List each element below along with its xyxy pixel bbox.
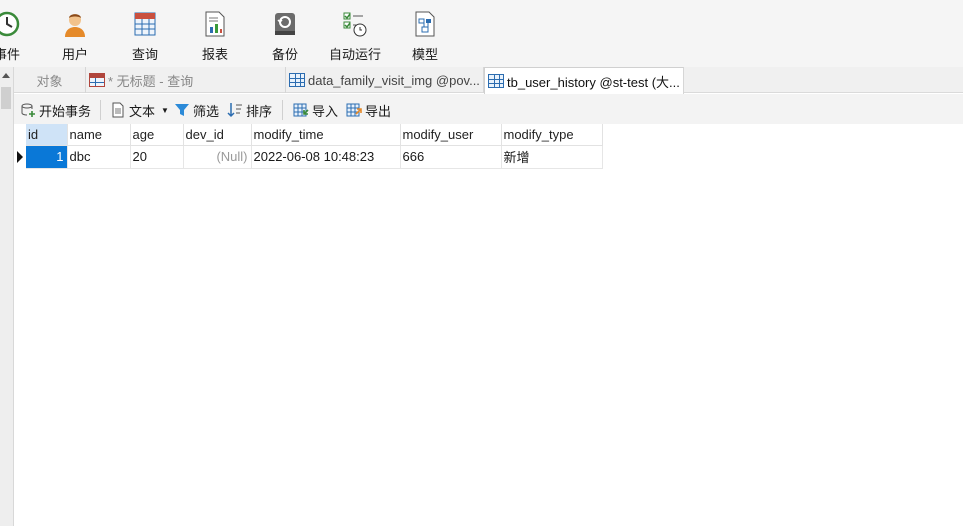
data-grid: id name age dev_id modify_time modify_us…: [14, 124, 603, 169]
tab-tb-user-history-label: tb_user_history @st-test (大...: [507, 74, 680, 90]
export-button[interactable]: 导出: [346, 100, 391, 120]
ribbon-event-label: 事件: [0, 47, 20, 62]
ribbon-backup-button[interactable]: 备份: [269, 0, 301, 67]
text-view-button[interactable]: 文本 ▼: [110, 100, 169, 120]
header-row: id name age dev_id modify_time modify_us…: [14, 124, 603, 146]
tab-objects-label: 对象: [36, 73, 63, 89]
column-header-modify-user[interactable]: modify_user: [400, 124, 502, 146]
export-label: 导出: [365, 103, 392, 119]
sort-label: 排序: [246, 103, 273, 119]
filter-icon: [174, 102, 190, 118]
column-header-name[interactable]: name: [67, 124, 131, 146]
automation-icon: [341, 10, 369, 38]
table-row[interactable]: 1 dbc 20 (Null) 2022-06-08 10:48:23 666 …: [14, 145, 603, 169]
column-header-dev-id[interactable]: dev_id: [183, 124, 252, 146]
current-row-indicator: [14, 145, 26, 168]
cell-modify-user[interactable]: 666: [400, 145, 502, 169]
ribbon-report-label: 报表: [201, 47, 228, 62]
cell-modify-time[interactable]: 2022-06-08 10:48:23: [251, 145, 401, 169]
clock-icon: [0, 10, 21, 38]
document-icon: [110, 102, 126, 118]
table-toolbar: 开始事务 文本 ▼ 筛选 排序 导入 导出: [14, 94, 963, 124]
cell-id[interactable]: 1: [26, 145, 68, 169]
tab-untitled-query[interactable]: * 无标题 - 查询: [86, 67, 286, 93]
transaction-icon: [20, 102, 36, 118]
tab-objects[interactable]: 对象: [14, 67, 86, 93]
text-view-label: 文本: [129, 103, 156, 119]
left-panel-scrollbar[interactable]: [0, 67, 14, 526]
import-button[interactable]: 导入: [293, 100, 338, 120]
toolbar-divider: [282, 100, 283, 120]
query-icon: [89, 73, 105, 87]
table-icon: [488, 74, 504, 88]
ribbon-model-label: 模型: [411, 47, 438, 62]
tab-bar: 对象 * 无标题 - 查询 data_family_visit_img @pov…: [14, 67, 963, 94]
begin-transaction-button[interactable]: 开始事务: [20, 100, 91, 120]
records-table: id name age dev_id modify_time modify_us…: [14, 124, 603, 169]
column-header-age[interactable]: age: [130, 124, 184, 146]
begin-transaction-label: 开始事务: [39, 103, 92, 119]
tab-data-family-visit-img[interactable]: data_family_visit_img @pov...: [286, 67, 484, 93]
cell-dev-id[interactable]: (Null): [183, 145, 252, 169]
column-header-modify-time[interactable]: modify_time: [251, 124, 401, 146]
filter-label: 筛选: [193, 103, 220, 119]
user-icon: [61, 10, 89, 38]
ribbon-model-button[interactable]: 模型: [409, 0, 441, 67]
ribbon-user-label: 用户: [61, 47, 88, 62]
chevron-down-icon[interactable]: ▼: [161, 106, 169, 115]
toolbar-divider: [100, 100, 101, 120]
ribbon-query-label: 查询: [131, 47, 158, 62]
column-header-id[interactable]: id: [26, 124, 68, 146]
ribbon-query-button[interactable]: 查询: [129, 0, 161, 67]
sort-button[interactable]: 排序: [227, 100, 272, 120]
report-icon: [201, 10, 229, 38]
tab-tb-user-history[interactable]: tb_user_history @st-test (大...: [484, 67, 684, 94]
column-header-modify-type[interactable]: modify_type: [501, 124, 603, 146]
current-row-arrow-icon: [17, 151, 23, 163]
import-icon: [293, 102, 309, 118]
ribbon-event-button[interactable]: 事件: [0, 0, 22, 67]
tab-untitled-query-label: * 无标题 - 查询: [108, 73, 194, 89]
ribbon-report-button[interactable]: 报表: [199, 0, 231, 67]
scroll-thumb[interactable]: [1, 87, 11, 109]
cell-modify-type[interactable]: 新增: [501, 145, 603, 169]
model-icon: [411, 10, 439, 38]
row-indicator-header: [14, 124, 26, 145]
ribbon-user-button[interactable]: 用户: [59, 0, 91, 67]
sort-icon: [227, 102, 243, 118]
import-label: 导入: [312, 103, 339, 119]
export-icon: [346, 102, 362, 118]
scroll-up-icon[interactable]: [2, 73, 10, 78]
ribbon-backup-label: 备份: [271, 47, 298, 62]
cell-name[interactable]: dbc: [67, 145, 131, 169]
query-icon: [131, 10, 159, 38]
backup-icon: [271, 10, 299, 38]
table-icon: [289, 73, 305, 87]
main-ribbon: 事件 用户 查询 报表 备份 自动运行 模型: [0, 0, 963, 67]
ribbon-automation-label: 自动运行: [329, 47, 382, 62]
cell-age[interactable]: 20: [130, 145, 184, 169]
tab-data-family-visit-img-label: data_family_visit_img @pov...: [308, 72, 480, 88]
filter-button[interactable]: 筛选: [174, 100, 219, 120]
ribbon-automation-button[interactable]: 自动运行: [329, 0, 381, 67]
